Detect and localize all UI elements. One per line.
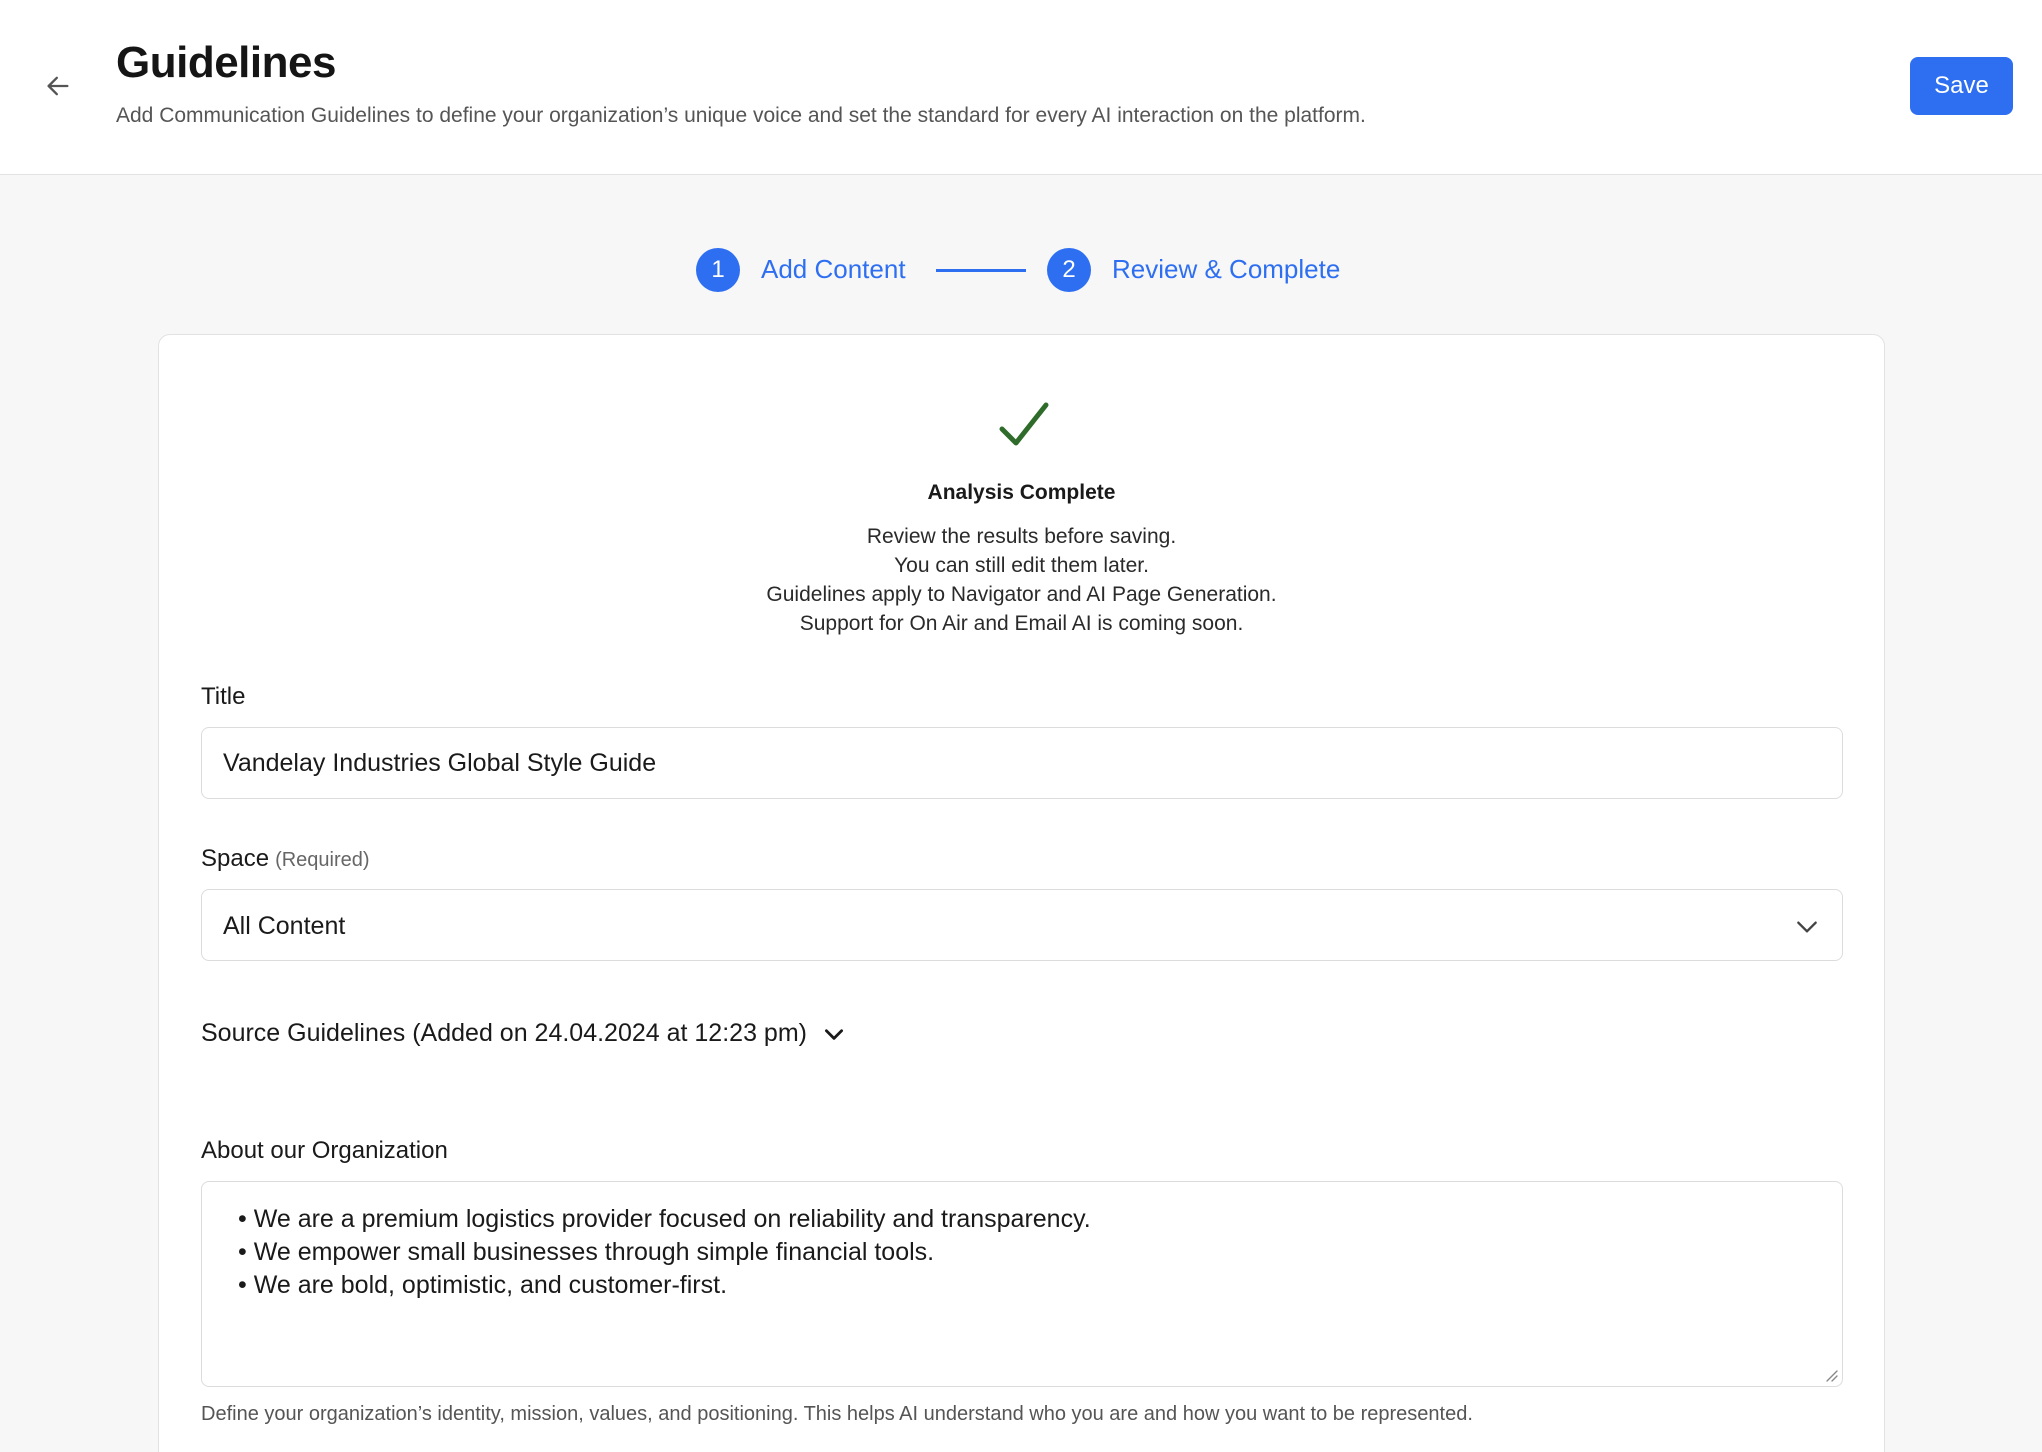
required-indicator: (Required)	[275, 849, 370, 871]
space-select[interactable]: All Content	[201, 889, 1843, 961]
step-connector	[936, 269, 1026, 272]
step-2-indicator[interactable]: 2	[1047, 248, 1091, 292]
space-label: Space (Required)	[201, 845, 370, 873]
title-label: Title	[201, 683, 246, 710]
save-button[interactable]: Save	[1910, 57, 2013, 115]
step-2-label[interactable]: Review & Complete	[1112, 254, 1340, 285]
stepper: 1 Add Content 2 Review & Complete	[0, 246, 2042, 294]
page-subtitle: Add Communication Guidelines to define y…	[116, 104, 1366, 127]
step-1-label[interactable]: Add Content	[761, 254, 906, 285]
title-input[interactable]	[201, 727, 1843, 799]
space-label-text: Space	[201, 845, 270, 872]
chevron-down-icon	[824, 1028, 843, 1040]
chevron-down-icon	[1797, 921, 1817, 933]
list-item: We are bold, optimistic, and customer-fi…	[238, 1269, 1091, 1302]
analysis-line: Guidelines apply to Navigator and AI Pag…	[766, 583, 1277, 606]
about-organization-label: About our Organization	[201, 1137, 448, 1164]
guidelines-card: Analysis Complete Review the results bef…	[158, 334, 1885, 1452]
checkmark-icon	[999, 402, 1049, 446]
about-organization-list: We are a premium logistics provider focu…	[238, 1203, 1091, 1302]
analysis-line: You can still edit them later.	[894, 554, 1149, 577]
step-1-indicator[interactable]: 1	[696, 248, 740, 292]
resize-handle-icon[interactable]	[1824, 1368, 1838, 1382]
arrow-left-icon	[47, 76, 69, 96]
analysis-line: Support for On Air and Email AI is comin…	[799, 612, 1244, 635]
analysis-complete-title: Analysis Complete	[927, 481, 1116, 504]
list-item: We are a premium logistics provider focu…	[238, 1203, 1091, 1236]
list-item: We empower small businesses through simp…	[238, 1236, 1091, 1269]
analysis-line: Review the results before saving.	[866, 525, 1177, 548]
source-guidelines-label: Source Guidelines (Added on 24.04.2024 a…	[201, 1019, 807, 1047]
about-organization-helper: Define your organization’s identity, mis…	[201, 1403, 1473, 1425]
page-header: Guidelines Add Communication Guidelines …	[0, 0, 2042, 175]
source-guidelines-toggle[interactable]: Source Guidelines (Added on 24.04.2024 a…	[201, 1019, 847, 1048]
about-organization-textarea[interactable]: We are a premium logistics provider focu…	[201, 1181, 1843, 1387]
page-title: Guidelines	[116, 38, 336, 87]
space-select-value: All Content	[223, 912, 346, 940]
analysis-description: Review the results before saving. You ca…	[159, 522, 1884, 638]
back-button[interactable]	[38, 66, 78, 106]
